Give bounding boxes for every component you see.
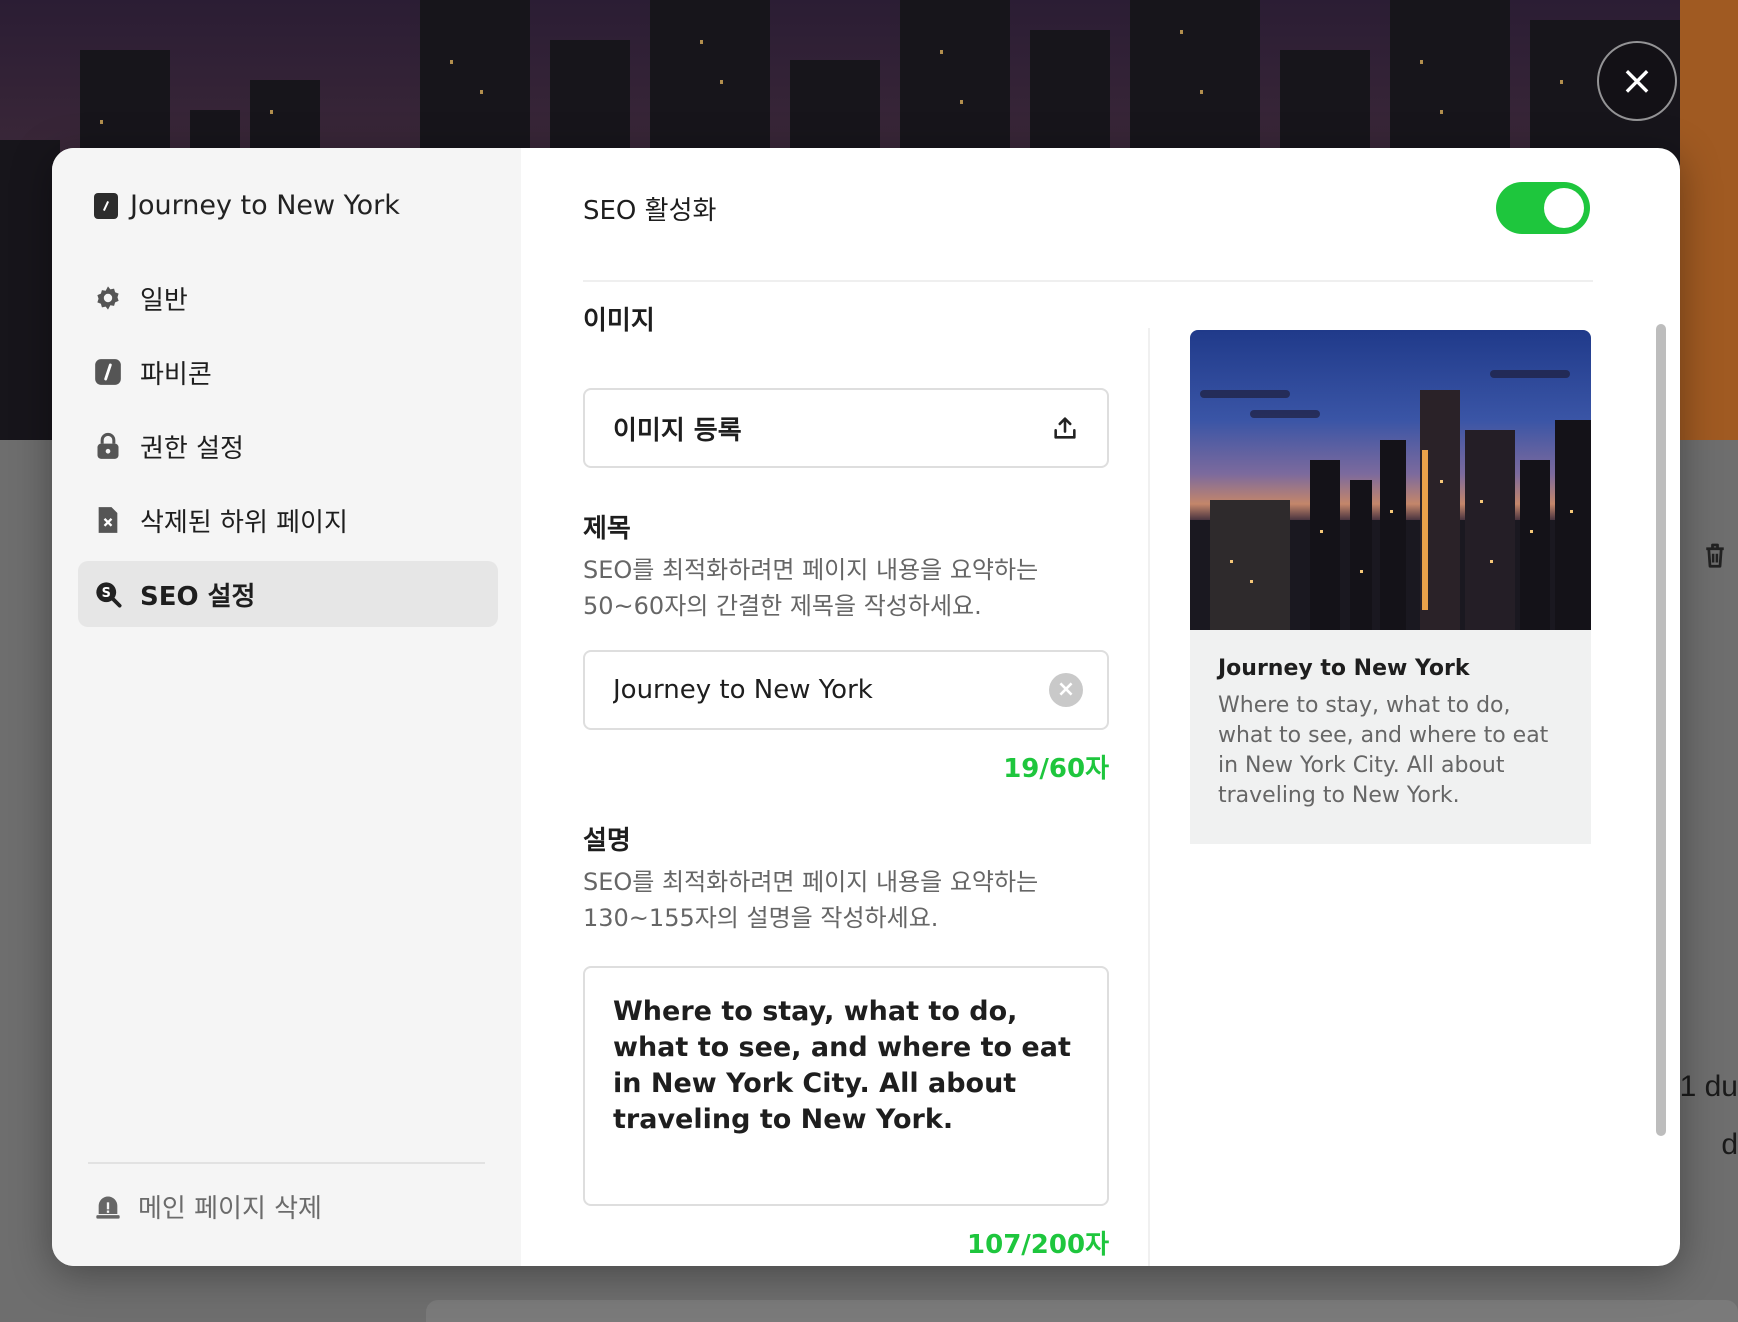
sidebar-item-permissions[interactable]: 권한 설정 (78, 413, 498, 479)
image-upload-label: 이미지 등록 (613, 415, 742, 446)
warning-icon (94, 1193, 122, 1221)
title-label: 제목 (583, 514, 631, 544)
sidebar-item-general[interactable]: 일반 (78, 265, 498, 331)
seo-preview-card: Journey to New York Where to stay, what … (1190, 330, 1591, 844)
upload-icon (1051, 414, 1079, 442)
preview-body: Journey to New York Where to stay, what … (1190, 630, 1591, 837)
sidebar-item-label: 일반 (140, 285, 188, 316)
sidebar-item-favicon[interactable]: 파비콘 (78, 339, 498, 405)
sidebar-item-label: 파비콘 (140, 359, 212, 390)
column-divider (1148, 328, 1150, 1266)
image-upload-button[interactable]: 이미지 등록 (583, 388, 1109, 468)
gear-icon (94, 284, 122, 312)
svg-text:S: S (102, 586, 111, 601)
toggle-knob (1544, 188, 1584, 228)
delete-main-page-button[interactable]: 메인 페이지 삭제 (94, 1188, 322, 1225)
background-card (426, 1300, 1738, 1322)
sidebar-item-deleted-subpages[interactable]: 삭제된 하위 페이지 (78, 487, 498, 553)
sidebar-item-label: 권한 설정 (140, 433, 244, 464)
sidebar-page-title: Journey to New York (94, 190, 400, 221)
seo-toggle-label: SEO 활성화 (583, 196, 717, 226)
description-char-counter: 107/200자 (967, 1230, 1109, 1260)
section-divider (583, 280, 1593, 282)
clear-icon[interactable]: × (1049, 673, 1083, 707)
image-label: 이미지 (583, 306, 655, 336)
seo-toggle[interactable] (1496, 182, 1590, 234)
scrollbar-thumb[interactable] (1656, 324, 1666, 1136)
close-button[interactable]: × (1597, 41, 1677, 121)
sidebar-item-label: SEO 설정 (140, 581, 256, 612)
seo-description-field: Where to stay, what to do, what to see, … (583, 966, 1109, 1206)
page-title: Journey to New York (130, 190, 400, 221)
settings-sidebar: Journey to New York 일반 파비콘 권한 설정 삭제된 하위 … (52, 148, 521, 1266)
seo-search-icon: S (94, 580, 122, 608)
modal-scrollbar[interactable] (1652, 308, 1670, 1266)
sidebar-item-seo[interactable]: S SEO 설정 (78, 561, 498, 627)
seo-description-textarea[interactable]: Where to stay, what to do, what to see, … (613, 994, 1079, 1178)
seo-title-field: × (583, 650, 1109, 730)
page-icon (94, 192, 118, 219)
sidebar-divider (88, 1162, 485, 1164)
seo-settings-panel: SEO 활성화 이미지 이미지 등록 제목 SEO를 최적화하려면 페이지 내용… (521, 148, 1680, 1266)
page-settings-modal: Journey to New York 일반 파비콘 권한 설정 삭제된 하위 … (52, 148, 1680, 1266)
favicon-icon (94, 358, 122, 386)
settings-menu: 일반 파비콘 권한 설정 삭제된 하위 페이지 S SEO 설정 (78, 265, 498, 635)
title-help-text: SEO를 최적화하려면 페이지 내용을 요약하는 50~60자의 간결한 제목을… (583, 556, 1039, 620)
preview-image (1190, 330, 1591, 630)
sidebar-item-label: 삭제된 하위 페이지 (140, 507, 348, 538)
background-text: d (1721, 1128, 1738, 1161)
close-icon: × (1620, 58, 1654, 104)
description-help-text: SEO를 최적화하려면 페이지 내용을 요약하는 130~155자의 설명을 작… (583, 868, 1039, 932)
background-building (1680, 0, 1738, 440)
preview-description: Where to stay, what to do, what to see, … (1218, 693, 1549, 808)
description-label: 설명 (583, 826, 631, 856)
preview-title: Journey to New York (1218, 656, 1470, 681)
seo-title-input[interactable] (613, 675, 1033, 705)
title-char-counter: 19/60자 (1003, 754, 1109, 784)
deleted-page-icon (94, 506, 122, 534)
lock-icon (94, 432, 122, 460)
trash-icon (1700, 540, 1730, 570)
delete-main-page-label: 메인 페이지 삭제 (138, 1194, 322, 1224)
